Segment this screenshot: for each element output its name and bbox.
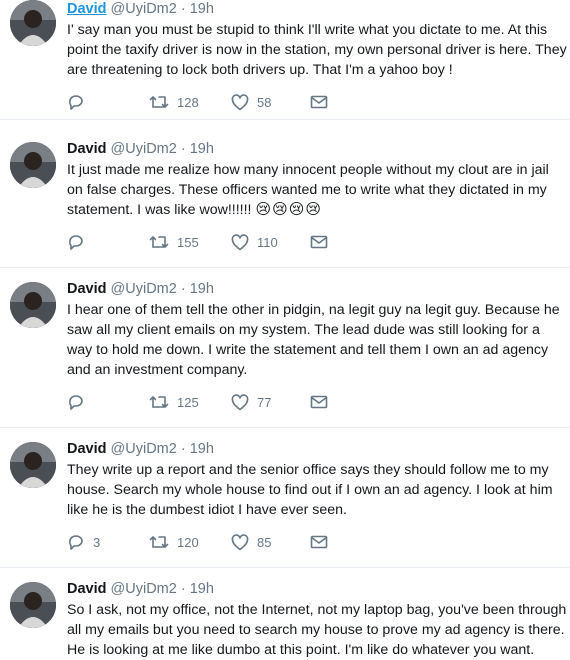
reply-button[interactable] [67,92,93,112]
tweet[interactable]: David @UyiDm2 · 19h It just made me real… [0,130,570,268]
envelope-icon [310,95,328,109]
display-name[interactable]: David [67,1,107,17]
reply-button[interactable] [67,232,93,252]
separator: · [180,441,186,457]
dm-button[interactable] [310,92,328,112]
reply-icon [69,235,83,250]
tweet[interactable]: David @UyiDm2 · 19h I' say man you must … [0,0,570,120]
handle[interactable]: @UyiDm2 [111,441,177,457]
tweet-text-body: I' say man you must be stupid to think I… [67,22,567,78]
tweet-text: I hear one of them tell the other in pid… [67,300,567,380]
display-name[interactable]: David [67,581,107,597]
avatar[interactable] [10,0,56,46]
handle[interactable]: @UyiDm2 [111,1,177,17]
tweet-actions: 125 77 [67,392,367,412]
reply-icon [69,535,83,550]
dm-button[interactable] [310,232,328,252]
timestamp[interactable]: 19h [190,1,214,17]
retweet-count: 125 [177,394,199,410]
handle[interactable]: @UyiDm2 [111,141,177,157]
heart-icon [231,93,249,110]
retweet-icon [149,96,169,108]
heart-icon [231,533,249,550]
like-count: 110 [257,234,278,250]
heart-icon [231,233,249,250]
tweet[interactable]: David @UyiDm2 · 19h They write up a repo… [0,430,570,568]
like-button[interactable]: 110 [231,232,278,252]
envelope-icon [310,535,328,549]
retweet-icon [149,396,169,408]
display-name[interactable]: David [67,441,107,457]
tweet-header: David @UyiDm2 · 19h [67,280,214,298]
avatar[interactable] [10,142,56,188]
tweet-text-body: They write up a report and the senior of… [67,462,553,518]
tweet-header: David @UyiDm2 · 19h [67,580,214,598]
like-count: 77 [257,394,272,410]
display-name[interactable]: David [67,281,107,297]
separator: · [180,281,186,297]
reply-icon [69,95,83,110]
timestamp[interactable]: 19h [190,141,214,157]
tweet[interactable]: David @UyiDm2 · 19h I hear one of them t… [0,270,570,428]
envelope-icon [310,235,328,249]
display-name[interactable]: David [67,141,107,157]
retweet-count: 128 [177,94,199,110]
retweet-count: 155 [177,234,199,250]
tweet-actions: 128 58 [67,92,367,112]
retweet-button[interactable]: 128 [149,92,199,112]
like-count: 58 [257,94,272,110]
avatar[interactable] [10,282,56,328]
like-button[interactable]: 85 [231,532,271,552]
dm-button[interactable] [310,392,328,412]
timestamp[interactable]: 19h [190,581,214,597]
like-button[interactable]: 58 [231,92,271,112]
tweet-actions: 3 120 85 [67,532,367,552]
retweet-icon [149,236,169,248]
tweet-text: I' say man you must be stupid to think I… [67,20,567,80]
tweet-text-body: I hear one of them tell the other in pid… [67,302,560,378]
dm-button[interactable] [310,532,328,552]
tweet[interactable]: David @UyiDm2 · 19h So I ask, not my off… [0,570,570,660]
tweet-text-body: So I ask, not my office, not the Interne… [67,602,567,658]
separator: · [180,581,186,597]
crying-face-emoji: 😢😢😢😢 [255,201,323,218]
handle[interactable]: @UyiDm2 [111,281,177,297]
handle[interactable]: @UyiDm2 [111,581,177,597]
tweet-header: David @UyiDm2 · 19h [67,440,214,458]
avatar[interactable] [10,442,56,488]
tweet-feed: David @UyiDm2 · 19h I' say man you must … [0,0,570,660]
separator: · [180,1,186,17]
retweet-button[interactable]: 125 [149,392,199,412]
reply-icon [69,395,83,410]
tweet-header: David @UyiDm2 · 19h [67,140,214,158]
tweet-actions: 155 110 [67,232,367,252]
retweet-icon [149,536,169,548]
separator: · [180,141,186,157]
tweet-text: They write up a report and the senior of… [67,460,567,520]
retweet-button[interactable]: 155 [149,232,199,252]
tweet-header: David @UyiDm2 · 19h [67,0,214,18]
like-count: 85 [257,534,272,550]
retweet-count: 120 [177,534,199,550]
envelope-icon [310,395,328,409]
reply-button[interactable] [67,392,93,412]
tweet-text: So I ask, not my office, not the Interne… [67,600,567,660]
like-button[interactable]: 77 [231,392,271,412]
timestamp[interactable]: 19h [190,281,214,297]
avatar[interactable] [10,582,56,628]
retweet-button[interactable]: 120 [149,532,199,552]
reply-count: 3 [93,534,101,550]
timestamp[interactable]: 19h [190,441,214,457]
reply-button[interactable]: 3 [67,532,100,552]
heart-icon [231,393,249,410]
tweet-text: It just made me realize how many innocen… [67,160,567,220]
